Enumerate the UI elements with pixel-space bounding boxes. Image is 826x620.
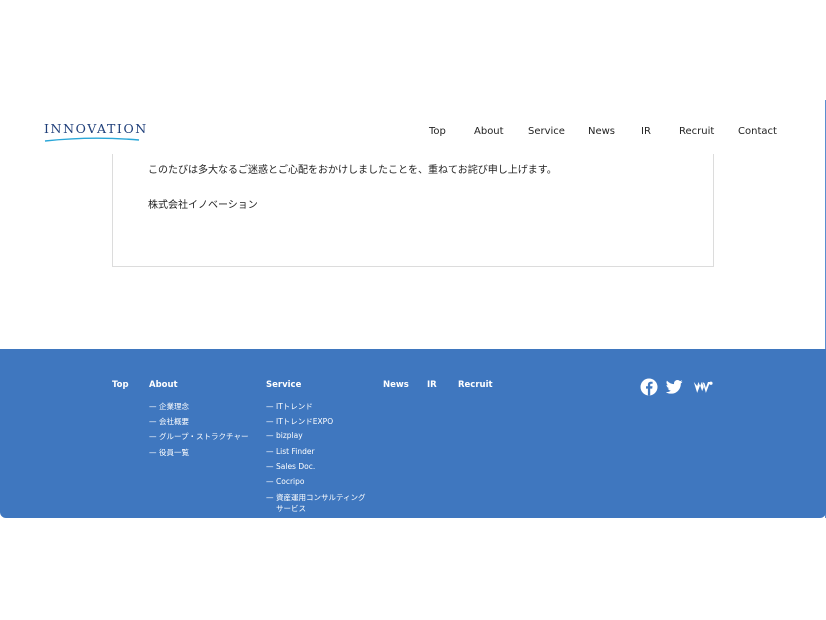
nav-recruit[interactable]: Recruit [679, 126, 714, 137]
dash-icon: — [266, 493, 274, 502]
nav-ir[interactable]: IR [641, 126, 651, 137]
footer-service-item[interactable]: — bizplay [266, 431, 303, 440]
logo-swoosh-icon [44, 137, 140, 142]
footer-about-item[interactable]: — グループ・ストラクチャー [149, 431, 248, 442]
dash-icon: — [266, 447, 274, 456]
footer-about-item[interactable]: — 企業理念 [149, 401, 189, 412]
nav-news[interactable]: News [588, 126, 615, 137]
footer-service-item-cont[interactable]: サービス [276, 503, 306, 514]
nav-service[interactable]: Service [528, 126, 565, 137]
dash-icon: — [266, 462, 274, 471]
footer-service-item[interactable]: — ITトレンドEXPO [266, 416, 333, 427]
dash-icon: — [149, 432, 157, 441]
dash-icon: — [266, 431, 274, 440]
apology-text: このたびは多大なるご迷惑とご心配をおかけしましたことを、重ねてお詫び申し上げます… [148, 165, 557, 176]
footer-service-link[interactable]: Service [266, 380, 301, 390]
dash-icon: — [149, 417, 157, 426]
twitter-icon[interactable] [666, 378, 683, 396]
innovation-logo[interactable]: INNOVATION [44, 121, 148, 142]
facebook-icon[interactable] [640, 378, 658, 396]
dash-icon: — [149, 402, 157, 411]
footer-service-item[interactable]: — 資産運用コンサルティング [266, 492, 366, 503]
footer-service-item[interactable]: — Sales Doc. [266, 462, 315, 471]
site-footer: Top About — 企業理念 — 会社概要 — グループ・ストラクチャー — 役員一… [0, 349, 826, 518]
logo-text: INNOVATION [44, 121, 148, 136]
dash-icon: — [266, 477, 274, 486]
nav-about[interactable]: About [474, 126, 504, 137]
footer-about-item[interactable]: — 会社概要 [149, 416, 189, 427]
dash-icon: — [266, 402, 274, 411]
footer-ir-link[interactable]: IR [427, 380, 437, 390]
footer-service-item[interactable]: — Cocripo [266, 477, 304, 486]
footer-service-item[interactable]: — ITトレンド [266, 401, 313, 412]
footer-recruit-link[interactable]: Recruit [458, 380, 493, 390]
nav-top[interactable]: Top [429, 126, 446, 137]
dash-icon: — [149, 448, 157, 457]
footer-top-link[interactable]: Top [112, 380, 129, 390]
wantedly-icon[interactable] [693, 378, 713, 396]
site-header: INNOVATION Top About Service News IR Rec… [0, 100, 825, 154]
footer-service-item[interactable]: — List Finder [266, 447, 315, 456]
footer-news-link[interactable]: News [383, 380, 409, 390]
notice-card: このたびは多大なるご迷惑とご心配をおかけしましたことを、重ねてお詫び申し上げます… [112, 154, 714, 267]
footer-about-item[interactable]: — 役員一覧 [149, 447, 189, 458]
footer-about-link[interactable]: About [149, 380, 178, 390]
dash-icon: — [266, 417, 274, 426]
company-signature: 株式会社イノベーション [148, 200, 258, 211]
nav-contact[interactable]: Contact [738, 126, 777, 137]
